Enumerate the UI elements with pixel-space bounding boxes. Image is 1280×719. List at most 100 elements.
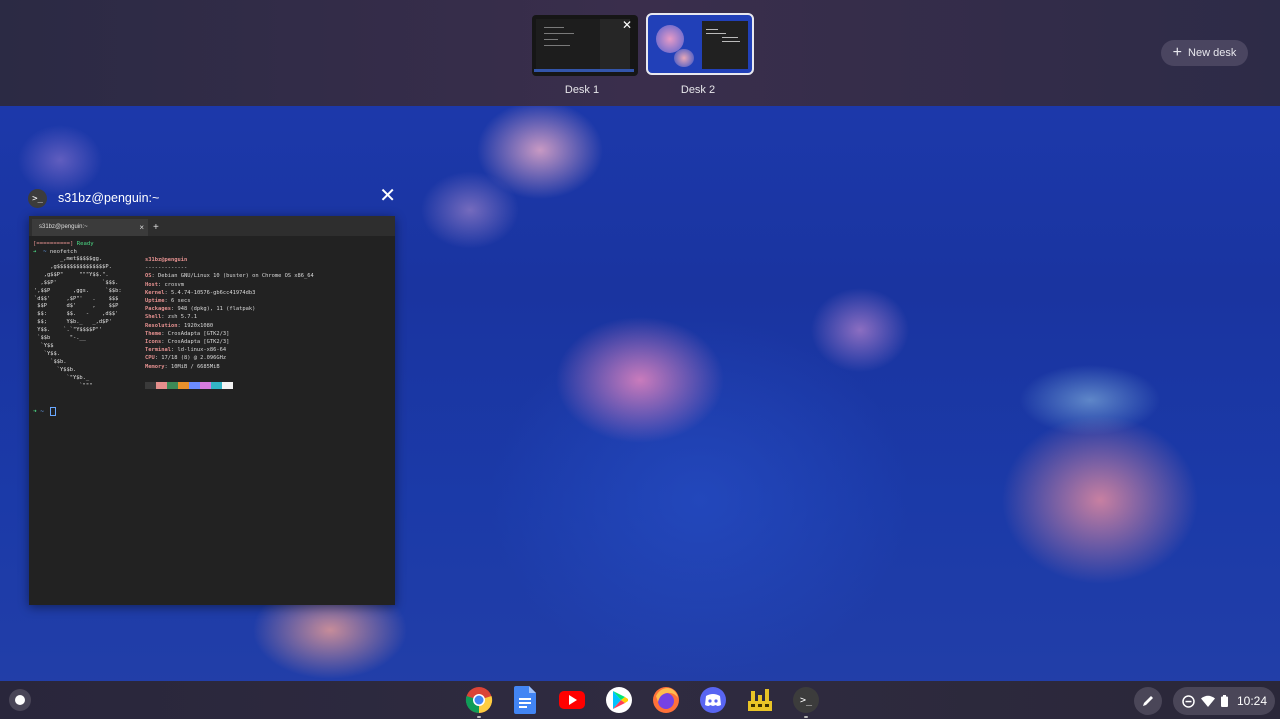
- mini-text-line: [544, 27, 564, 28]
- launcher-button[interactable]: [9, 689, 31, 711]
- color-swatch: [167, 382, 178, 389]
- color-swatch: [200, 382, 211, 389]
- new-tab-icon[interactable]: +: [153, 219, 159, 236]
- mini-wallpaper-blob: [674, 49, 694, 67]
- info-value: : 1920x1080: [177, 322, 214, 329]
- command-text: neofetch: [49, 249, 77, 256]
- info-row: Packages: 948 (dpkg), 11 (flatpak): [145, 306, 255, 312]
- prompt-arrow-icon: ➜: [33, 249, 37, 256]
- prompt-dir: ~: [40, 408, 44, 415]
- play-store-icon-graphic: [606, 687, 632, 713]
- info-row: Theme: CrosAdapta [GTK2/3]: [145, 331, 229, 337]
- youtube-icon-graphic: [559, 691, 585, 709]
- firefox-icon-graphic: [653, 687, 679, 713]
- color-swatch: [211, 382, 222, 389]
- do-not-disturb-icon: [1182, 694, 1195, 708]
- info-key: Theme: [145, 330, 162, 337]
- mini-text-line: [706, 33, 726, 34]
- mini-text-line: [722, 41, 740, 42]
- info-value: : CrosAdapta [GTK2/3]: [161, 330, 230, 337]
- color-swatch: [145, 382, 156, 389]
- info-row: Terminal: ld-linux-x86-64: [145, 347, 226, 353]
- desk-1-close-icon[interactable]: ✕: [622, 19, 632, 31]
- tab-close-icon[interactable]: ×: [139, 219, 144, 236]
- shelf: [0, 681, 1280, 719]
- factorio-icon[interactable]: [745, 685, 775, 715]
- info-row: Kernel: 5.4.74-10576-gb6cc41974db3: [145, 290, 255, 296]
- info-key: Kernel: [145, 289, 165, 296]
- info-value: : CrosAdapta [GTK2/3]: [161, 339, 230, 346]
- launcher-icon: [15, 695, 25, 705]
- youtube-icon[interactable]: [557, 685, 587, 715]
- desk-2-thumbnail[interactable]: [646, 13, 754, 75]
- info-value: : 948 (dpkg), 11 (flatpak): [170, 306, 256, 313]
- docs-icon[interactable]: [510, 685, 540, 715]
- window-header[interactable]: >_ s31bz@penguin:~ ✕: [28, 186, 398, 208]
- info-row: Icons: CrosAdapta [GTK2/3]: [145, 339, 229, 345]
- info-key: Icons: [145, 339, 162, 346]
- terminal-app-icon: >_: [28, 189, 47, 208]
- desk-2-label: Desk 2: [680, 84, 716, 96]
- desk-1-label: Desk 1: [564, 84, 600, 96]
- pen-icon: [1143, 696, 1153, 706]
- info-key: Uptime: [145, 298, 165, 305]
- terminal-window[interactable]: s31bz@penguin:~ × + [==========] Ready ➜…: [29, 216, 395, 605]
- prompt-arrow-icon: ➜: [33, 408, 37, 415]
- info-value: : Debian GNU/Linux 10 (buster) on Chrome…: [151, 273, 314, 280]
- info-rows: OS: Debian GNU/Linux 10 (buster) on Chro…: [145, 273, 314, 369]
- battery-icon: [1221, 695, 1228, 707]
- mini-shelf: [534, 69, 634, 72]
- info-value: : 10MiB / 6685MiB: [164, 363, 220, 370]
- info-value: : zsh 5.7.1: [161, 314, 197, 321]
- info-row: Uptime: 6 secs: [145, 298, 190, 304]
- info-value: : ld-linux-x86-64: [170, 347, 227, 354]
- info-key: Host: [145, 281, 158, 288]
- mini-text-line: [722, 37, 738, 38]
- play-store-icon[interactable]: [604, 685, 634, 715]
- info-row: Resolution: 1920x1080: [145, 323, 213, 329]
- chrome-icon-graphic: [465, 687, 493, 714]
- info-row: Shell: zsh 5.7.1: [145, 314, 197, 320]
- clock: 10:24: [1237, 694, 1268, 708]
- desk-1-thumbnail[interactable]: ✕: [532, 15, 638, 76]
- firefox-icon[interactable]: [651, 685, 681, 715]
- chrome-icon[interactable]: [464, 685, 494, 715]
- info-key: Memory: [145, 363, 165, 370]
- second-prompt: ➜ ~: [33, 407, 56, 416]
- info-key: CPU: [145, 355, 155, 362]
- running-indicator: [477, 716, 481, 718]
- plus-icon: +: [1172, 44, 1183, 61]
- mini-text-line: [544, 33, 574, 34]
- terminal-shelf-icon[interactable]: >_: [791, 685, 821, 715]
- prompt-dir: ~: [43, 249, 47, 256]
- color-swatch: [156, 382, 167, 389]
- info-key: Resolution: [145, 322, 178, 329]
- terminal-tab-strip: s31bz@penguin:~ × +: [29, 216, 395, 236]
- debian-ascii-logo: _,met$$$$$gg. ,g$$$$$$$$$$$$$$$P. ,g$$P"…: [34, 256, 122, 389]
- wifi-icon: [1201, 695, 1215, 707]
- running-indicator: [804, 716, 808, 718]
- window-close-icon[interactable]: ✕: [379, 186, 396, 206]
- discord-icon-graphic: [700, 687, 726, 713]
- ready-text: Ready: [76, 241, 94, 247]
- status-tray[interactable]: 10:24: [1173, 687, 1275, 715]
- info-key: Shell: [145, 314, 162, 321]
- stylus-tools-button[interactable]: [1134, 687, 1162, 715]
- info-value: : 5.4.74-10576-gb6cc41974db3: [164, 289, 256, 296]
- info-key: Terminal: [145, 347, 171, 354]
- discord-icon[interactable]: [698, 685, 728, 715]
- info-value: : 17/18 (8) @ 2.096GHz: [154, 355, 227, 362]
- terminal-tab[interactable]: s31bz@penguin:~ ×: [32, 219, 148, 236]
- info-row: Host: crosvm: [145, 282, 184, 288]
- desk-overview-bar: ✕ Desk 1 Desk 2 + New desk: [0, 0, 1280, 106]
- mini-text-line: [706, 29, 718, 30]
- factorio-icon-graphic: [748, 689, 772, 711]
- info-row: Memory: 10MiB / 6685MiB: [145, 364, 220, 370]
- mini-text-line: [544, 39, 558, 40]
- color-swatches: [145, 382, 233, 389]
- docs-icon-graphic: [514, 686, 536, 714]
- mini-text-line: [544, 45, 570, 46]
- new-desk-button[interactable]: + New desk: [1161, 40, 1248, 66]
- neofetch-info: s31bz@penguin ------------- OS: Debian G…: [145, 256, 314, 371]
- color-swatch: [178, 382, 189, 389]
